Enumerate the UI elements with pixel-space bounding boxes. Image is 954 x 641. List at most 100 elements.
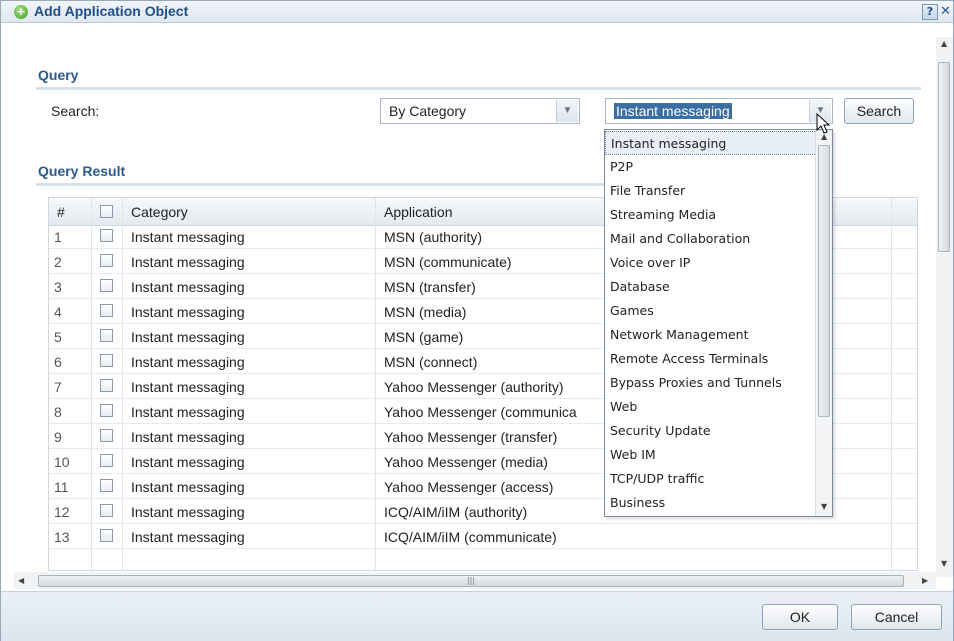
column-header-category[interactable]: Category xyxy=(131,204,188,220)
help-button[interactable]: ? xyxy=(922,4,938,20)
dropdown-scroll-thumb[interactable] xyxy=(818,145,830,417)
row-application: MSN (transfer) xyxy=(384,279,476,295)
row-category: Instant messaging xyxy=(131,529,245,545)
row-checkbox[interactable] xyxy=(100,379,113,392)
dropdown-option[interactable]: Web IM xyxy=(605,443,817,467)
column-header-number: # xyxy=(57,204,65,220)
dropdown-option[interactable]: Security Update xyxy=(605,419,817,443)
row-category: Instant messaging xyxy=(131,354,245,370)
row-checkbox[interactable] xyxy=(100,529,113,542)
search-by-select-value: By Category xyxy=(389,103,467,119)
row-category: Instant messaging xyxy=(131,454,245,470)
row-application: ICQ/AIM/iIM (authority) xyxy=(384,504,528,520)
category-dropdown-list: Instant messaging P2P File Transfer Streami… xyxy=(604,129,833,517)
dropdown-option[interactable]: Mail and Collaboration xyxy=(605,227,817,251)
chevron-down-icon[interactable]: ▼ xyxy=(556,100,578,122)
vertical-scrollbar[interactable]: ▲ ▼ xyxy=(936,37,953,577)
row-checkbox[interactable] xyxy=(100,279,113,292)
scroll-right-icon[interactable]: ▶ xyxy=(922,576,928,585)
row-checkbox[interactable] xyxy=(100,429,113,442)
row-application: Yahoo Messenger (media) xyxy=(384,454,548,470)
row-checkbox[interactable] xyxy=(100,454,113,467)
dialog-footer: OK Cancel xyxy=(1,591,953,641)
row-application: Yahoo Messenger (transfer) xyxy=(384,429,558,445)
query-result-section-title: Query Result xyxy=(38,163,126,179)
row-category: Instant messaging xyxy=(131,504,245,520)
close-button[interactable]: ✕ xyxy=(940,4,954,20)
row-number: 11 xyxy=(54,479,69,495)
scroll-down-icon[interactable]: ▼ xyxy=(941,559,947,568)
dropdown-scrollbar[interactable]: ▲ ▼ xyxy=(815,130,832,516)
category-select-value: Instant messaging xyxy=(614,103,732,119)
row-application: MSN (game) xyxy=(384,329,464,345)
ok-button[interactable]: OK xyxy=(762,604,838,630)
row-number: 2 xyxy=(54,254,62,270)
row-checkbox[interactable] xyxy=(100,354,113,367)
search-button[interactable]: Search xyxy=(844,98,914,124)
row-number: 1 xyxy=(54,229,62,245)
scroll-up-icon[interactable]: ▲ xyxy=(941,39,947,48)
row-number: 4 xyxy=(54,304,62,320)
horizontal-scroll-thumb[interactable]: ||| xyxy=(38,575,904,587)
row-number: 12 xyxy=(54,504,70,520)
select-all-checkbox[interactable] xyxy=(100,205,113,218)
query-section-title: Query xyxy=(38,67,79,83)
dropdown-option[interactable]: Remote Access Terminals xyxy=(605,347,817,371)
dropdown-option[interactable]: Web xyxy=(605,395,817,419)
row-number: 9 xyxy=(54,429,62,445)
dropdown-option[interactable]: Streaming Media xyxy=(605,203,817,227)
row-application: MSN (connect) xyxy=(384,354,478,370)
row-number: 8 xyxy=(54,404,62,420)
dropdown-option[interactable]: P2P xyxy=(605,155,817,179)
add-application-object-dialog: + Add Application Object ? ✕ Query Searc… xyxy=(0,0,954,641)
row-application: ICQ/AIM/iIM (communicate) xyxy=(384,529,557,545)
search-by-select[interactable]: By Category ▼ xyxy=(380,98,580,124)
dropdown-option[interactable]: Voice over IP xyxy=(605,251,817,275)
row-number: 10 xyxy=(54,454,70,470)
row-number: 6 xyxy=(54,354,62,370)
column-header-application[interactable]: Application xyxy=(384,204,453,220)
row-number: 5 xyxy=(54,329,62,345)
row-category: Instant messaging xyxy=(131,329,245,345)
dialog-titlebar: + Add Application Object ? ✕ xyxy=(1,1,953,23)
category-select[interactable]: Instant messaging ▼ xyxy=(605,98,833,124)
row-category: Instant messaging xyxy=(131,254,245,270)
dropdown-option[interactable]: TCP/UDP traffic xyxy=(605,467,817,491)
row-application: MSN (authority) xyxy=(384,229,483,245)
scroll-left-icon[interactable]: ◀ xyxy=(18,576,24,585)
row-number: 3 xyxy=(54,279,62,295)
row-application: Yahoo Messenger (authority) xyxy=(384,379,564,395)
row-number: 13 xyxy=(54,529,70,545)
dropdown-option[interactable]: Games xyxy=(605,299,817,323)
dropdown-option[interactable]: Bypass Proxies and Tunnels xyxy=(605,371,817,395)
row-checkbox[interactable] xyxy=(100,404,113,417)
vertical-scroll-thumb[interactable] xyxy=(938,62,950,252)
row-application: Yahoo Messenger (communica xyxy=(384,404,577,420)
dialog-title: Add Application Object xyxy=(34,3,189,19)
row-checkbox[interactable] xyxy=(100,504,113,517)
dropdown-option[interactable]: Business xyxy=(605,491,817,515)
row-checkbox[interactable] xyxy=(100,304,113,317)
row-category: Instant messaging xyxy=(131,404,245,420)
row-checkbox[interactable] xyxy=(100,254,113,267)
add-circle-icon: + xyxy=(14,5,28,19)
row-category: Instant messaging xyxy=(131,304,245,320)
row-category: Instant messaging xyxy=(131,229,245,245)
row-application: MSN (media) xyxy=(384,304,467,320)
row-checkbox[interactable] xyxy=(100,479,113,492)
horizontal-scrollbar[interactable]: ◀ ||| ▶ xyxy=(14,572,936,589)
query-result-section-divider xyxy=(36,183,606,186)
row-category: Instant messaging xyxy=(131,379,245,395)
dropdown-option[interactable]: Database xyxy=(605,275,817,299)
row-application: MSN (communicate) xyxy=(384,254,512,270)
mouse-cursor-icon xyxy=(816,113,830,134)
dropdown-option[interactable]: Instant messaging xyxy=(605,131,817,155)
row-checkbox[interactable] xyxy=(100,329,113,342)
dropdown-option[interactable]: File Transfer xyxy=(605,179,817,203)
table-row[interactable]: 13 Instant messaging ICQ/AIM/iIM (communic… xyxy=(49,526,917,549)
dropdown-option[interactable]: Network Management xyxy=(605,323,817,347)
scroll-down-icon[interactable]: ▼ xyxy=(821,502,827,511)
cancel-button[interactable]: Cancel xyxy=(851,604,942,630)
row-number: 7 xyxy=(54,379,62,395)
row-checkbox[interactable] xyxy=(100,229,113,242)
